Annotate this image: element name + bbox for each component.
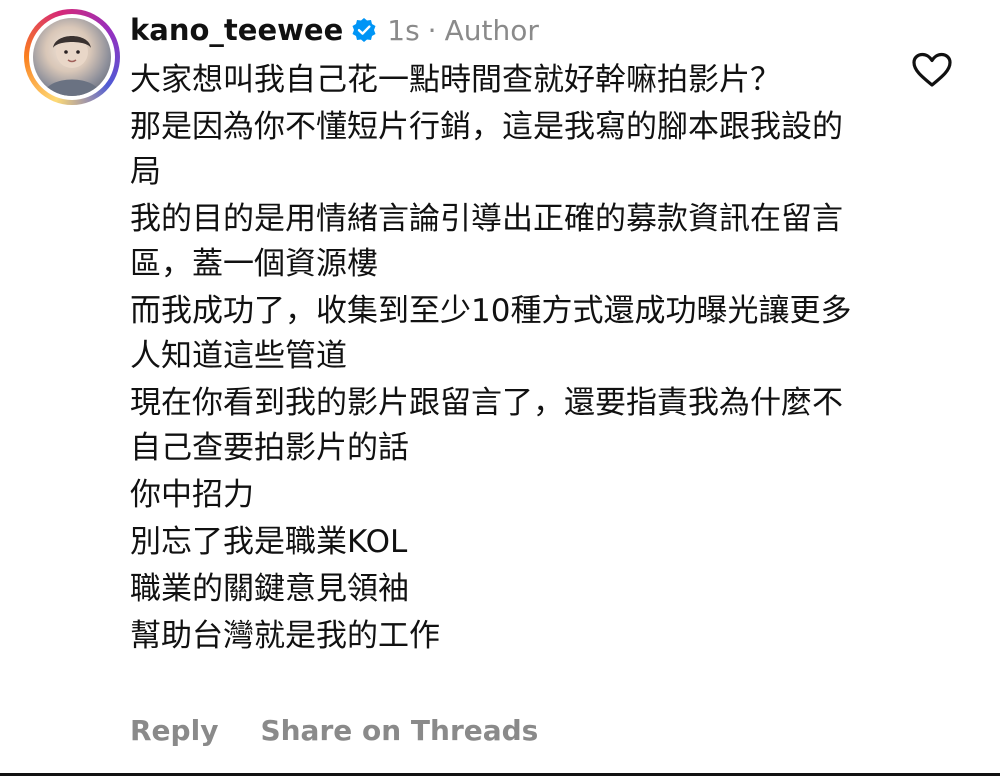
like-button[interactable] xyxy=(911,52,953,88)
comment-paragraph: 我的目的是用情緒言論引導出正確的募款資訊在留言區，蓋一個資源樓 xyxy=(130,201,843,282)
author-label: Author xyxy=(444,13,539,47)
comment-paragraph: 那是因為你不懂短片行銷，這是我寫的腳本跟我設的局 xyxy=(130,109,843,190)
verified-badge-icon xyxy=(351,17,377,43)
comment-timestamp: 1s xyxy=(387,13,420,47)
reply-button[interactable]: Reply xyxy=(130,714,218,747)
avatar[interactable] xyxy=(24,9,120,105)
comment-body: 大家想叫我自己花一點時間查就好幹嘛拍影片？ 那是因為你不懂短片行銷，這是我寫的腳… xyxy=(130,58,870,659)
divider xyxy=(0,773,1000,776)
comment-header: kano_teewee 1s · Author xyxy=(130,10,539,50)
share-on-threads-button[interactable]: Share on Threads xyxy=(260,714,538,747)
comment-paragraph: 別忘了我是職業KOL xyxy=(130,524,408,560)
meta-separator: · xyxy=(427,13,437,47)
comment-paragraph: 而我成功了，收集到至少10種方式還成功曝光讓更多人知道這些管道 xyxy=(130,293,852,374)
comment-paragraph: 大家想叫我自己花一點時間查就好幹嘛拍影片？ xyxy=(130,62,781,98)
avatar-photo xyxy=(33,18,111,96)
comment-paragraph: 現在你看到我的影片跟留言了，還要指責我為什麼不自己查要拍影片的話 xyxy=(130,385,843,466)
avatar-border xyxy=(29,14,115,100)
avatar-image xyxy=(43,36,101,96)
comment-paragraph: 你中招力 xyxy=(130,477,254,513)
heart-outline-icon xyxy=(912,52,952,87)
comment-paragraph: 幫助台灣就是我的工作 xyxy=(130,618,440,654)
comment-actions: Reply Share on Threads xyxy=(130,710,538,750)
comment-paragraph: 職業的關鍵意見領袖 xyxy=(130,571,409,607)
username-link[interactable]: kano_teewee xyxy=(130,13,343,47)
